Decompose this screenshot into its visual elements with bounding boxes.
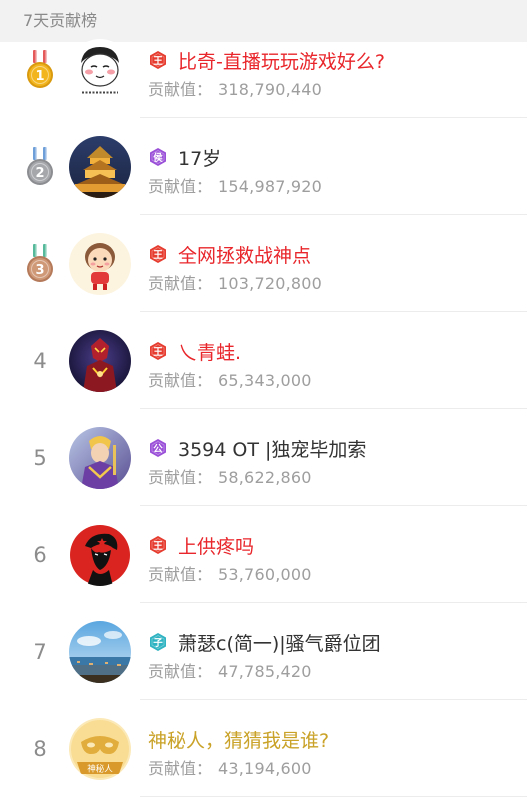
contribution-label: 贡献值：	[148, 177, 213, 196]
noble-rank-badge-icon: 公	[148, 438, 168, 458]
noble-rank-badge-icon: 王	[148, 535, 168, 555]
name-line: 神秘人，猜猜我是谁?	[148, 726, 329, 753]
avatar[interactable]	[69, 330, 131, 392]
rank: 7	[18, 603, 62, 700]
svg-text:2: 2	[35, 166, 44, 181]
bronze-medal-icon: 3 3	[18, 215, 62, 312]
avatar[interactable]	[69, 39, 131, 101]
contribution-value: 贡献值： 53,760,000	[148, 561, 312, 585]
contribution-amount: 318,790,440	[218, 80, 323, 99]
contribution-label: 贡献值：	[148, 80, 213, 99]
badge-text: 王	[153, 56, 163, 67]
rank-number: 8	[33, 736, 47, 761]
rank-number: 4	[33, 348, 47, 373]
leaderboard-row[interactable]: 8 神秘人 神秘人，猜猜我是谁? 贡献值： 43,194,600	[0, 700, 527, 797]
contribution-label: 贡献值：	[148, 468, 213, 487]
name-line: 王 全网拯救战神点	[148, 241, 311, 268]
avatar[interactable]	[69, 524, 131, 586]
username[interactable]: 乀青蛙.	[178, 338, 241, 365]
name-line: 王 比奇-直播玩玩游戏好么?	[148, 47, 385, 74]
badge-text: 王	[153, 250, 163, 261]
contribution-amount: 43,194,600	[218, 759, 312, 778]
noble-rank-badge-icon: 侯	[148, 147, 168, 167]
username[interactable]: 比奇-直播玩玩游戏好么?	[178, 47, 385, 74]
contribution-amount: 53,760,000	[218, 565, 312, 584]
username[interactable]: 萧瑟c(简一)|骚气爵位团	[178, 629, 381, 656]
leaderboard-row[interactable]: 6 王 上供疼吗贡献值： 53,760,000	[0, 506, 527, 603]
rank: 6	[18, 506, 62, 603]
name-line: 王 乀青蛙.	[148, 338, 241, 365]
row-divider	[140, 796, 527, 797]
contribution-list: 1 1 王 比奇-直播玩玩游戏好么? 贡献值： 318,790,440 2 2	[0, 21, 527, 797]
avatar[interactable]	[69, 136, 131, 198]
avatar[interactable]	[69, 427, 131, 489]
contribution-value: 贡献值： 58,622,860	[148, 464, 312, 488]
noble-rank-badge-icon: 子	[148, 632, 168, 652]
contribution-amount: 154,987,920	[218, 177, 323, 196]
rank: 5	[18, 409, 62, 506]
noble-rank-badge-icon: 王	[148, 50, 168, 70]
rank: 4	[18, 312, 62, 409]
contribution-amount: 103,720,800	[218, 274, 323, 293]
contribution-label: 贡献值：	[148, 274, 213, 293]
rank-number: 7	[33, 639, 47, 664]
contribution-value: 贡献值： 103,720,800	[148, 270, 322, 294]
username[interactable]: 上供疼吗	[178, 532, 254, 559]
contribution-label: 贡献值：	[148, 565, 213, 584]
avatar[interactable]	[69, 621, 131, 683]
contribution-value: 贡献值： 154,987,920	[148, 173, 322, 197]
rank: 8	[18, 700, 62, 797]
username[interactable]: 17岁	[178, 144, 221, 171]
badge-text: 公	[153, 444, 163, 455]
noble-rank-badge-icon: 王	[148, 341, 168, 361]
username[interactable]: 神秘人，猜猜我是谁?	[148, 726, 329, 753]
leaderboard-row[interactable]: 5 公 3594 OT |独宠毕加索贡献值： 58,622,860	[0, 409, 527, 506]
badge-text: 侯	[153, 152, 163, 164]
name-line: 王 上供疼吗	[148, 532, 254, 559]
rank-number: 6	[33, 542, 47, 567]
rank-number: 5	[33, 445, 47, 470]
avatar[interactable]: 神秘人	[69, 718, 131, 780]
contribution-label: 贡献值：	[148, 371, 213, 390]
name-line: 子 萧瑟c(简一)|骚气爵位团	[148, 629, 381, 656]
name-line: 侯 17岁	[148, 144, 221, 171]
username[interactable]: 3594 OT |独宠毕加索	[178, 435, 366, 462]
svg-text:3: 3	[35, 263, 44, 278]
badge-text: 子	[153, 638, 163, 649]
avatar[interactable]	[69, 233, 131, 295]
contribution-value: 贡献值： 43,194,600	[148, 755, 312, 779]
contribution-value: 贡献值： 65,343,000	[148, 367, 312, 391]
mystery-avatar-label: 神秘人	[87, 764, 113, 775]
contribution-amount: 65,343,000	[218, 371, 312, 390]
contribution-label: 贡献值：	[148, 662, 213, 681]
name-line: 公 3594 OT |独宠毕加索	[148, 435, 366, 462]
contribution-label: 贡献值：	[148, 759, 213, 778]
gold-medal-icon: 1 1	[18, 21, 62, 118]
contribution-amount: 47,785,420	[218, 662, 312, 681]
silver-medal-icon: 2 2	[18, 118, 62, 215]
svg-text:1: 1	[35, 69, 44, 84]
noble-rank-badge-icon: 王	[148, 244, 168, 264]
leaderboard-row[interactable]: 1 1 王 比奇-直播玩玩游戏好么? 贡献值： 318,790,440	[0, 21, 527, 118]
username[interactable]: 全网拯救战神点	[178, 241, 311, 268]
contribution-value: 贡献值： 47,785,420	[148, 658, 312, 682]
contribution-value: 贡献值： 318,790,440	[148, 76, 322, 100]
leaderboard-row[interactable]: 3 3 王 全网拯救战神点贡献值： 103,720,800	[0, 215, 527, 312]
contribution-amount: 58,622,860	[218, 468, 312, 487]
leaderboard-row[interactable]: 7 子 萧瑟c(简一)|骚气爵位团贡献值： 47,785,420	[0, 603, 527, 700]
leaderboard-row[interactable]: 2 2 侯 17岁贡献值： 154,987,920	[0, 118, 527, 215]
badge-text: 王	[153, 347, 163, 358]
leaderboard-row[interactable]: 4 王 乀青蛙. 贡献值： 65,343,000	[0, 312, 527, 409]
badge-text: 王	[153, 541, 163, 552]
